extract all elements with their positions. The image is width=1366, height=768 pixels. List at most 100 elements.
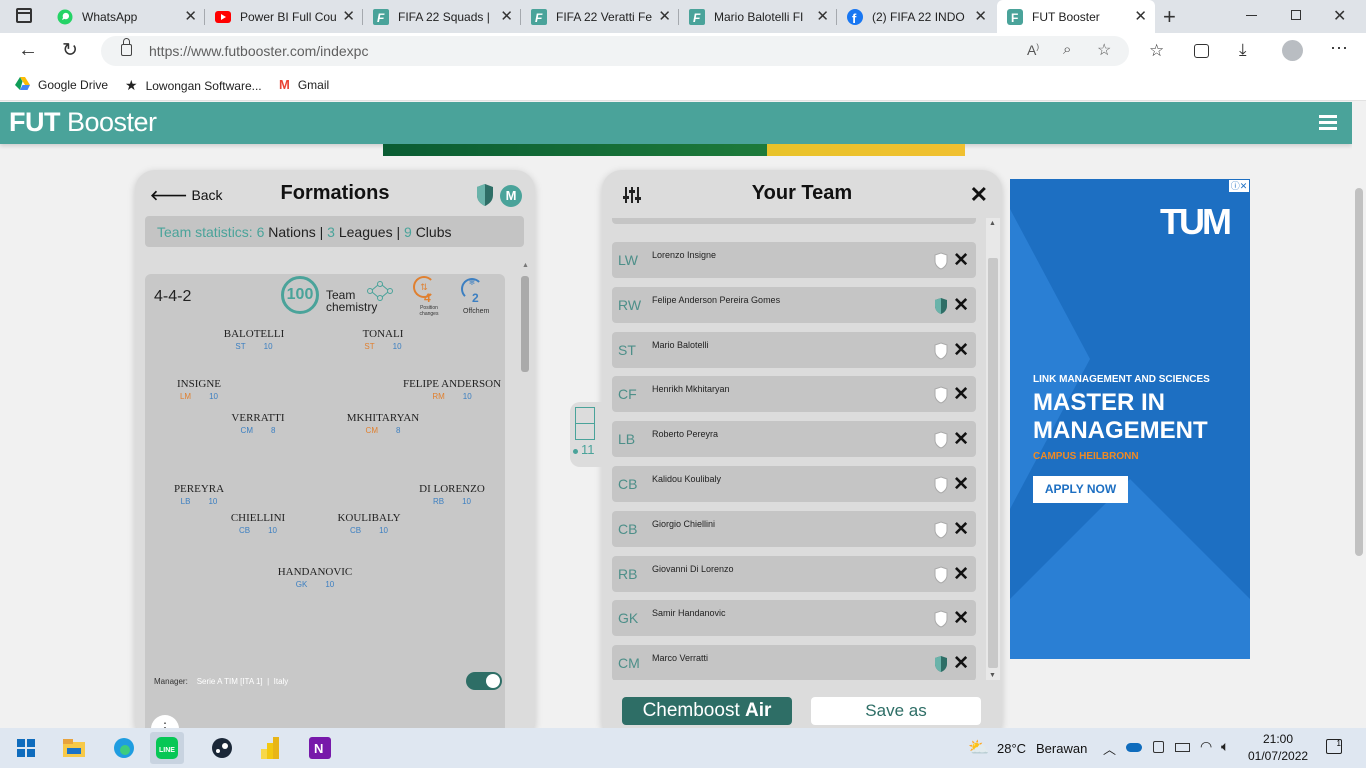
volume-icon[interactable]: 🔈︎ (1221, 738, 1229, 755)
notifications-icon[interactable]: 1 (1326, 739, 1342, 754)
player-card-felipe-anderson[interactable]: FELIPE ANDERSON RM 10 (392, 378, 512, 401)
team-row[interactable]: GK Samir Handanovic ✕ (612, 600, 976, 636)
tray-device-icon[interactable] (1153, 741, 1164, 753)
weather-condition[interactable]: Berawan (1036, 741, 1087, 756)
player-card-mkhitaryan[interactable]: MKHITARYAN CM 8 (323, 412, 443, 435)
loyalty-shield-icon[interactable] (934, 431, 948, 449)
remove-player-icon[interactable]: ✕ (953, 428, 969, 451)
loyalty-shield-icon[interactable] (934, 297, 948, 315)
player-card-koulibaly[interactable]: KOULIBALY CB 10 (309, 512, 429, 535)
pitch-toggle-tab[interactable]: 11 (570, 402, 604, 467)
remove-player-icon[interactable]: ✕ (953, 518, 969, 541)
team-row[interactable]: CB Kalidou Koulibaly ✕ (612, 466, 976, 502)
tab-futbooster[interactable]: F FUT Booster ✕ (997, 0, 1155, 33)
manager-toggle[interactable] (466, 672, 502, 690)
power-bi-icon[interactable] (257, 734, 285, 762)
tab-fifa-squads[interactable]: F FIFA 22 Squads | ✕ (363, 2, 521, 31)
tab-fifa-verratti[interactable]: F FIFA 22 Veratti Fe ✕ (521, 2, 679, 31)
bookmark-google-drive[interactable]: Google Drive (15, 77, 108, 93)
zoom-icon[interactable]: ⌕ (1063, 41, 1071, 58)
close-tab-icon[interactable]: ✕ (816, 7, 829, 25)
ad-apply-button[interactable]: APPLY NOW (1033, 476, 1128, 503)
team-row[interactable]: RB Giovanni Di Lorenzo ✕ (612, 556, 976, 592)
team-row[interactable]: CM Marco Verratti ✕ (612, 645, 976, 680)
player-card-verratti[interactable]: VERRATTI CM 8 (198, 412, 318, 435)
restore-icon[interactable] (1291, 10, 1301, 20)
ad-choices-icon[interactable]: ⓘ✕ (1229, 180, 1249, 192)
back-arrow-icon[interactable]: ← (18, 39, 38, 62)
team-row[interactable]: ST Mario Balotelli ✕ (612, 332, 976, 368)
add-favorite-icon[interactable]: ☆ (1097, 40, 1111, 60)
loyalty-shield-icon[interactable] (934, 476, 948, 494)
player-card-tonali[interactable]: TONALI ST 10 (323, 328, 443, 351)
remove-player-icon[interactable]: ✕ (953, 607, 969, 630)
loyalty-shield-icon[interactable] (934, 252, 948, 270)
loyalty-shield-icon[interactable] (934, 566, 948, 584)
weather-icon[interactable]: ⛅ (968, 738, 989, 758)
chemboost-air-button[interactable]: Chemboost Air (622, 697, 792, 725)
remove-player-icon[interactable]: ✕ (953, 652, 969, 675)
close-tab-icon[interactable]: ✕ (974, 7, 987, 25)
chemistry-network-icon[interactable] (367, 280, 393, 307)
team-row[interactable]: CF Henrikh Mkhitaryan ✕ (612, 376, 976, 412)
formations-scrollbar[interactable]: ▲ (520, 262, 530, 728)
remove-player-icon[interactable]: ✕ (953, 294, 969, 317)
onenote-icon[interactable]: N (306, 734, 334, 762)
bookmark-gmail[interactable]: M Gmail (279, 77, 329, 92)
loyalty-shield-icon[interactable] (934, 655, 948, 673)
player-card-balotelli[interactable]: BALOTELLI ST 10 (194, 328, 314, 351)
window-close-icon[interactable]: ✕ (1333, 6, 1346, 26)
remove-player-icon[interactable]: ✕ (953, 473, 969, 496)
minimize-icon[interactable] (1246, 15, 1257, 16)
tab-actions-icon[interactable] (16, 8, 32, 23)
battery-icon[interactable] (1175, 743, 1190, 752)
remove-player-icon[interactable]: ✕ (953, 249, 969, 272)
steam-icon[interactable] (208, 734, 236, 762)
wifi-icon[interactable]: ◠ (1200, 738, 1212, 755)
windows-start-icon[interactable] (12, 734, 40, 762)
tab-whatsapp[interactable]: WhatsApp ✕ (47, 2, 205, 31)
weather-temp[interactable]: 28°C (997, 741, 1026, 756)
side-advertisement[interactable]: ⓘ✕ TUM LINK MANAGEMENT AND SCIENCES MAST… (1010, 179, 1250, 659)
close-tab-icon[interactable]: ✕ (500, 7, 513, 25)
remove-player-icon[interactable]: ✕ (953, 339, 969, 362)
refresh-icon[interactable]: ↻ (62, 39, 78, 62)
profile-avatar[interactable] (1282, 40, 1303, 61)
player-card-handanovic[interactable]: HANDANOVIC GK 10 (255, 566, 375, 589)
new-tab-icon[interactable]: + (1163, 4, 1176, 30)
formation-label[interactable]: 4-4-2 (154, 288, 191, 306)
loyalty-shield-icon[interactable] (934, 342, 948, 360)
team-row[interactable]: LW Lorenzo Insigne ✕ (612, 242, 976, 278)
site-logo[interactable]: FUT Booster (9, 107, 157, 138)
onedrive-icon[interactable] (1126, 743, 1142, 752)
player-card-insigne[interactable]: INSIGNE LM 10 (139, 378, 259, 401)
player-card-pereyra[interactable]: PEREYRA LB 10 (139, 483, 259, 506)
file-explorer-icon[interactable] (60, 734, 88, 762)
team-row[interactable]: RW Felipe Anderson Pereira Gomes ✕ (612, 287, 976, 323)
edge-browser-icon[interactable] (110, 734, 138, 762)
manager-badge[interactable]: M (500, 185, 522, 207)
more-menu-icon[interactable]: ⋯ (1330, 38, 1348, 59)
team-scrollbar[interactable]: ▲ ▼ (986, 218, 1000, 680)
player-card-chiellini[interactable]: CHIELLINI CB 10 (198, 512, 318, 535)
close-tab-icon[interactable]: ✕ (342, 7, 355, 25)
downloads-icon[interactable]: ⤓ (1239, 40, 1247, 60)
bookmark-lowongan[interactable]: ★ Lowongan Software... (125, 77, 262, 94)
tab-powerbi-youtube[interactable]: Power BI Full Cou ✕ (205, 2, 363, 31)
team-row[interactable]: CB Giorgio Chiellini ✕ (612, 511, 976, 547)
hamburger-menu-icon[interactable] (1319, 115, 1337, 130)
close-tab-icon[interactable]: ✕ (184, 7, 197, 25)
clock-date[interactable]: 01/07/2022 (1248, 749, 1308, 763)
favorites-icon[interactable]: ☆ (1149, 41, 1164, 61)
tray-chevron-icon[interactable]: ︿ (1103, 739, 1116, 758)
save-as-button[interactable]: Save as (811, 697, 981, 725)
top-ad-banner[interactable] (383, 144, 965, 156)
close-tab-icon[interactable]: ✕ (658, 7, 671, 25)
line-app-icon[interactable]: LINE (150, 732, 184, 764)
tab-balotelli[interactable]: F Mario Balotelli FI ✕ (679, 2, 837, 31)
loyalty-shield-icon[interactable] (934, 610, 948, 628)
clock-time[interactable]: 21:00 (1263, 732, 1293, 746)
loyalty-shield-icon[interactable] (934, 386, 948, 404)
page-scrollbar[interactable] (1352, 102, 1366, 728)
player-card-di-lorenzo[interactable]: DI LORENZO RB 10 (392, 483, 512, 506)
